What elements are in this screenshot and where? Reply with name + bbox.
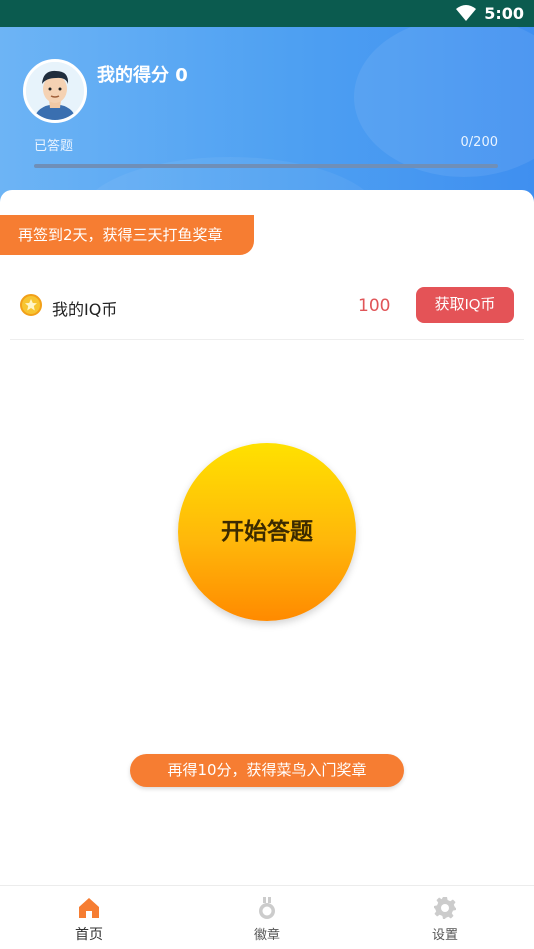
iq-coin-label: 我的IQ币: [52, 300, 118, 319]
nav-label-home: 首页: [75, 927, 103, 943]
nav-label-settings: 设置: [431, 928, 458, 943]
score-title: 我的得分 0: [97, 65, 188, 86]
iq-coin-row: 我的IQ币 100 获取IQ币: [10, 272, 524, 340]
status-bar: 5:00: [0, 0, 534, 27]
answer-progress-bar: [34, 164, 498, 168]
avatar-cartoon-man-icon: [26, 62, 84, 120]
start-quiz-button[interactable]: 开始答题: [178, 443, 356, 621]
nav-item-badge[interactable]: 徽章: [178, 886, 356, 949]
home-icon: [77, 896, 101, 920]
coin-icon: [20, 294, 42, 316]
answered-count: 0/200: [460, 135, 498, 150]
status-time: 5:00: [484, 4, 524, 23]
avatar[interactable]: [23, 59, 87, 123]
get-iq-coin-button[interactable]: 获取IQ币: [416, 287, 514, 323]
nav-label-badge: 徽章: [253, 928, 280, 943]
checkin-banner[interactable]: 再签到2天，获得三天打鱼奖章: [0, 215, 254, 255]
gear-icon: [433, 896, 457, 920]
profile-header: 我的得分 0 已答题 0/200: [0, 27, 534, 207]
iq-coin-value: 100: [358, 296, 391, 316]
nav-item-settings[interactable]: 设置: [356, 886, 534, 949]
nav-item-home[interactable]: 首页: [0, 886, 178, 949]
wifi-icon: [456, 5, 476, 21]
header-decoration: [354, 27, 534, 177]
medal-icon: [255, 896, 279, 920]
answered-label: 已答题: [34, 139, 74, 154]
badge-tip: 再得10分，获得菜鸟入门奖章: [130, 754, 404, 787]
bottom-nav: 首页 徽章 设置: [0, 885, 534, 949]
